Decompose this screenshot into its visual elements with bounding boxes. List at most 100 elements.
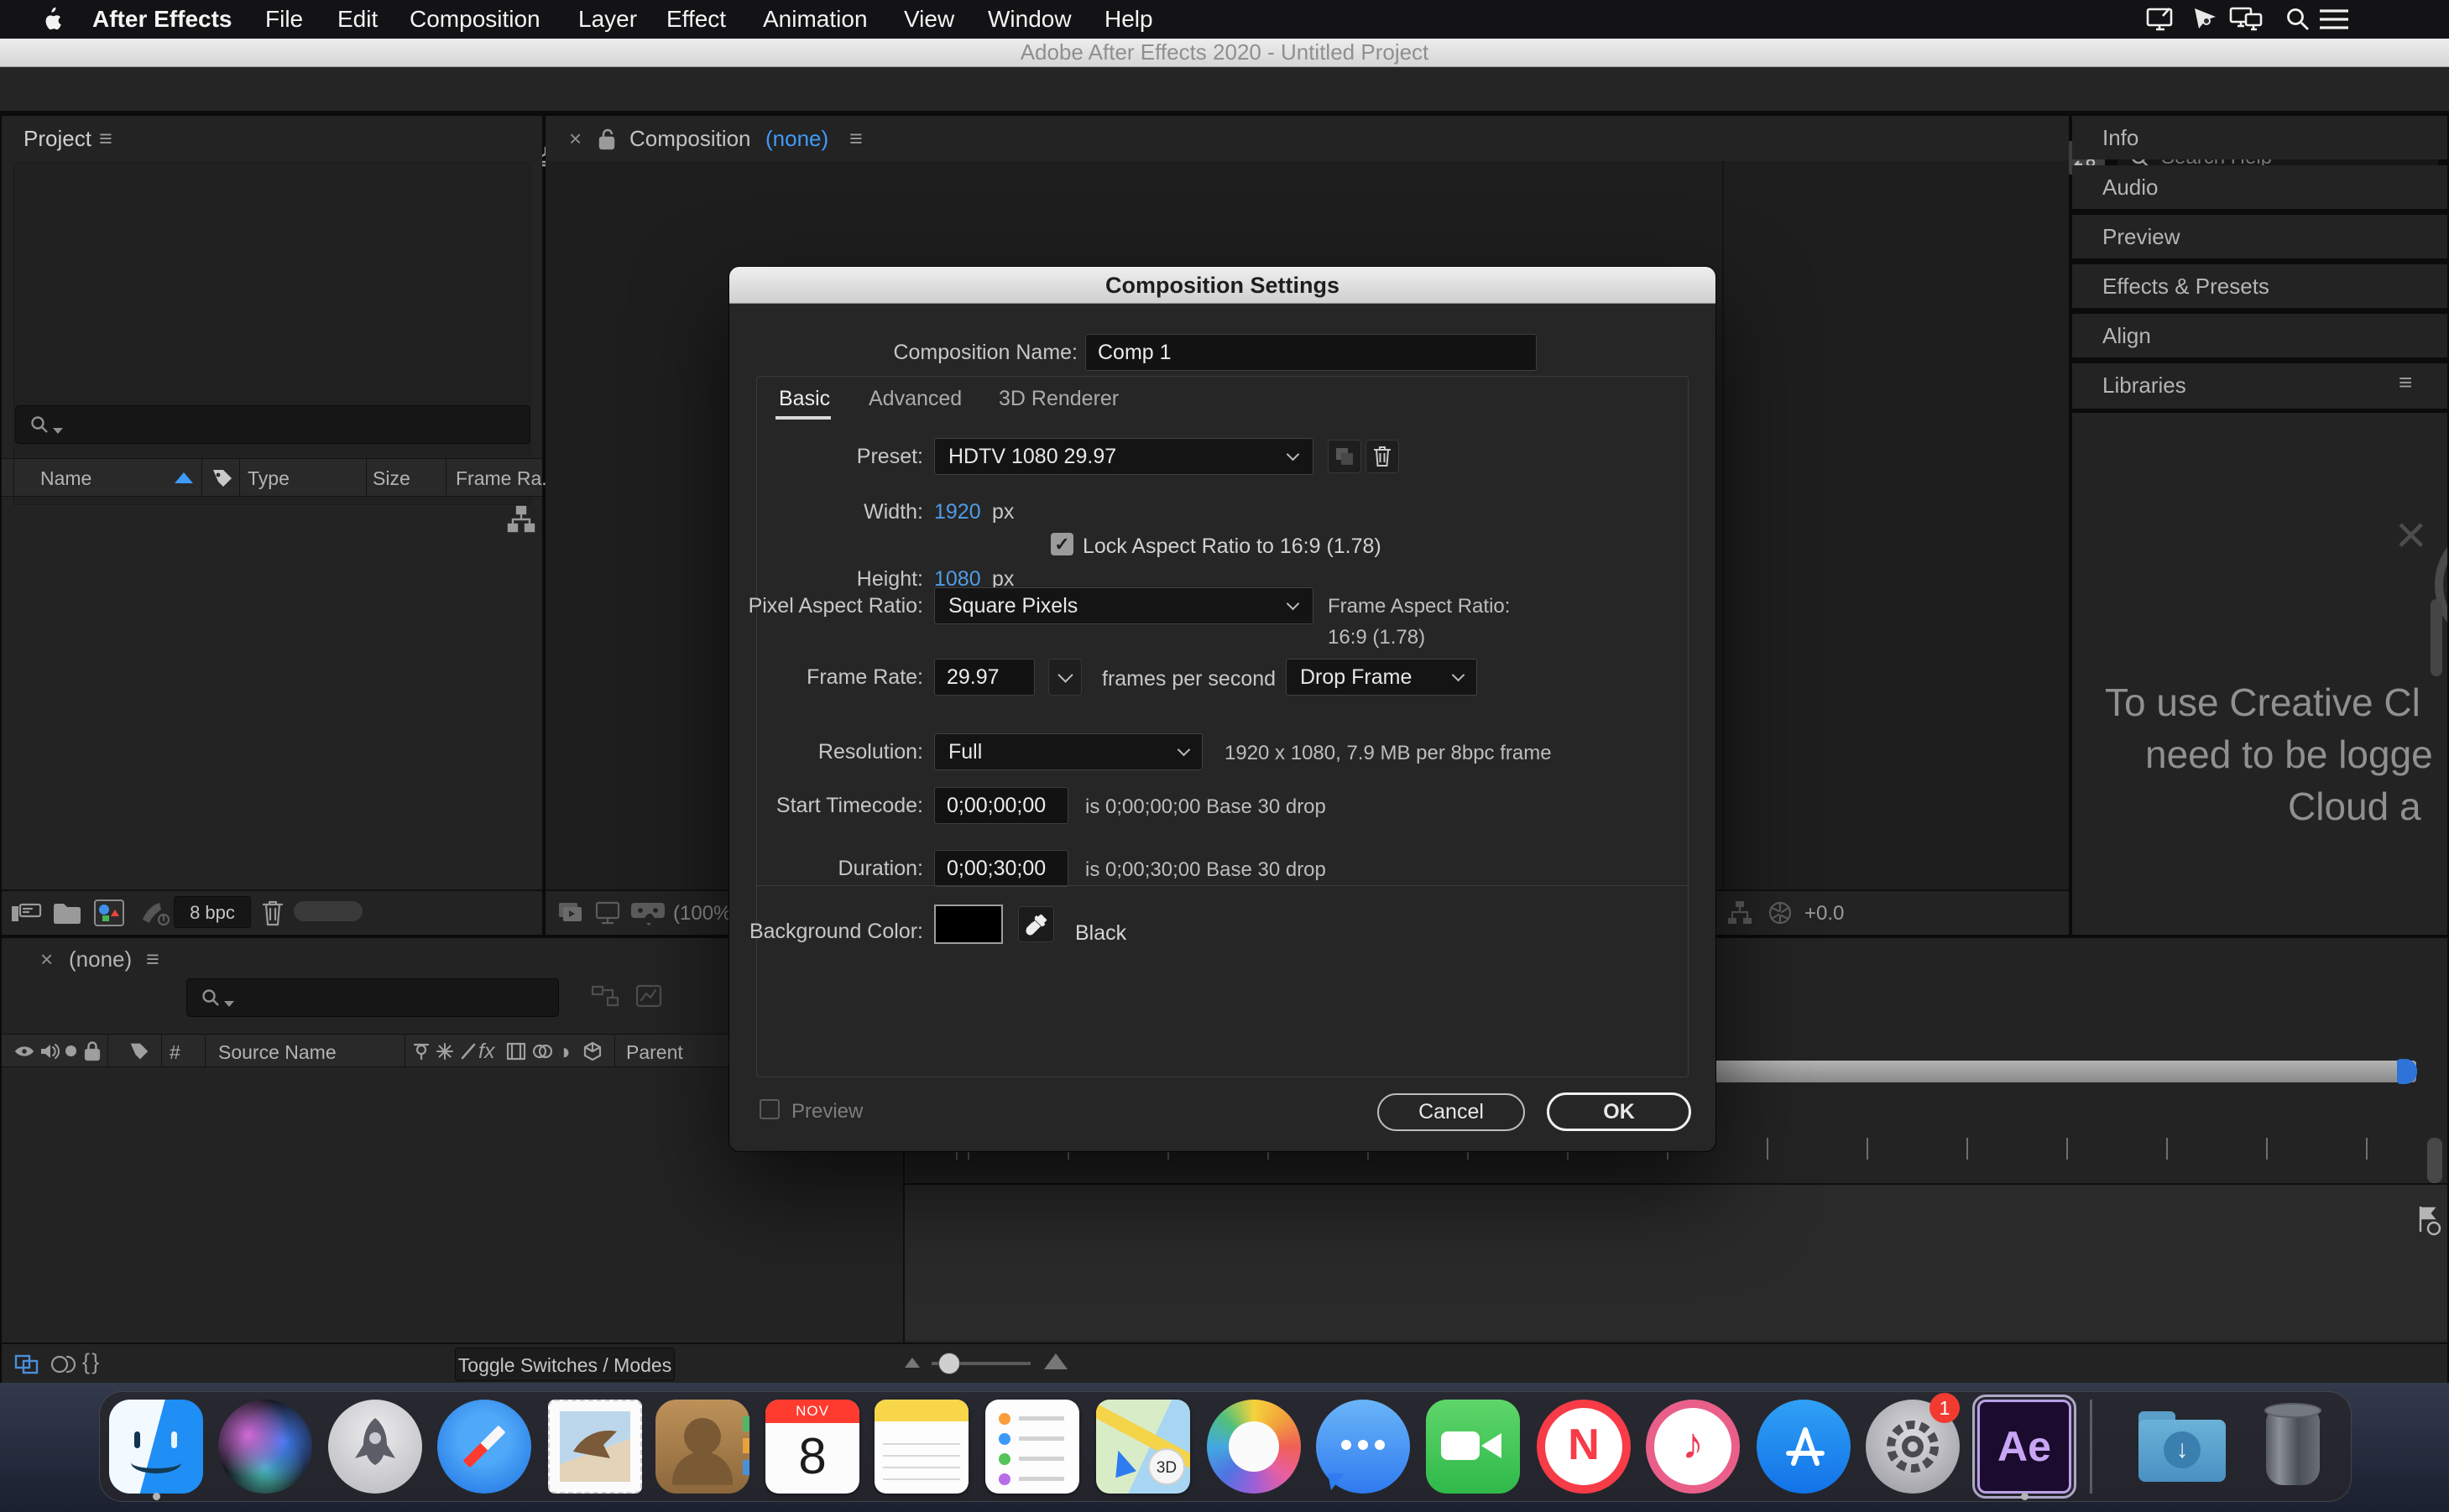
panel-tab-preview[interactable]: Preview xyxy=(2072,215,2447,258)
sort-ascending-icon[interactable] xyxy=(175,472,193,483)
width-value[interactable]: 1920 xyxy=(934,500,981,524)
column-size[interactable]: Size xyxy=(373,467,410,490)
displays-icon[interactable] xyxy=(2229,6,2264,37)
collapse-switch-icon[interactable] xyxy=(435,1041,455,1066)
project-trash-icon[interactable] xyxy=(258,897,287,933)
project-flowchart-icon[interactable] xyxy=(505,503,537,540)
libraries-scrollbar[interactable] xyxy=(2431,599,2442,676)
menu-composition[interactable]: Composition xyxy=(410,0,540,39)
menu-window[interactable]: Window xyxy=(988,0,1072,39)
dock-contacts-icon[interactable] xyxy=(655,1400,749,1494)
column-name[interactable]: Name xyxy=(40,467,91,490)
menu-animation[interactable]: Animation xyxy=(763,0,868,39)
motion-blur-toggle-icon[interactable] xyxy=(49,1351,77,1382)
composition-name-input[interactable] xyxy=(1085,334,1537,371)
dock-reminders-icon[interactable] xyxy=(985,1400,1079,1494)
interpret-footage-icon[interactable] xyxy=(10,899,42,932)
panel-tab-align[interactable]: Align xyxy=(2072,314,2447,357)
timeline-search-box[interactable] xyxy=(186,978,559,1017)
screen-mirroring-icon[interactable] xyxy=(2145,6,2175,37)
lock-icon[interactable] xyxy=(82,1040,102,1067)
display-channel-icon[interactable] xyxy=(593,899,623,931)
start-timecode-input[interactable] xyxy=(934,787,1068,824)
dock-mail-icon[interactable] xyxy=(548,1400,642,1494)
preview-snapshots-icon[interactable] xyxy=(556,899,586,931)
column-source-name[interactable]: Source Name xyxy=(218,1041,337,1064)
control-center-icon[interactable] xyxy=(2318,8,2350,35)
dock-siri-icon[interactable] xyxy=(218,1400,312,1494)
magnification-ratio[interactable]: (100%) xyxy=(673,902,738,925)
bit-depth-button[interactable]: 8 bpc xyxy=(174,896,251,928)
timeline-tab-label[interactable]: (none) xyxy=(69,946,132,972)
timeline-track-area[interactable] xyxy=(905,1183,2447,1341)
dock-downloads-icon[interactable]: ↓ xyxy=(2135,1400,2229,1494)
column-frame-rate[interactable]: Frame Ra... xyxy=(456,467,557,490)
menubar-app-name[interactable]: After Effects xyxy=(92,0,232,39)
panel-tab-effects-presets[interactable]: Effects & Presets xyxy=(2072,264,2447,308)
libraries-panel-menu-icon[interactable]: ≡ xyxy=(2399,369,2412,396)
effects-switch-icon[interactable]: fx xyxy=(478,1040,494,1064)
3d-layer-switch-icon[interactable] xyxy=(582,1041,603,1066)
tab-basic[interactable]: Basic xyxy=(779,387,830,411)
ok-button[interactable]: OK xyxy=(1547,1092,1691,1131)
dock-music-icon[interactable]: ♪ xyxy=(1646,1400,1740,1494)
dialog-preview-checkbox[interactable] xyxy=(760,1099,780,1119)
tab-advanced[interactable]: Advanced xyxy=(869,387,962,411)
panel-tab-audio[interactable]: Audio xyxy=(2072,165,2447,209)
shy-switch-icon[interactable] xyxy=(411,1041,431,1066)
adjustment-layer-switch-icon[interactable]: ◑ xyxy=(557,1039,571,1065)
zoom-out-mountain-icon[interactable] xyxy=(905,1358,920,1368)
menu-file[interactable]: File xyxy=(265,0,303,39)
quality-switch-icon[interactable] xyxy=(458,1041,478,1066)
timeline-zoom-knob[interactable] xyxy=(938,1353,960,1374)
unlock-icon[interactable] xyxy=(596,127,619,156)
eyedropper-icon[interactable] xyxy=(1018,906,1054,942)
presenter-icon[interactable] xyxy=(2191,5,2219,38)
menu-view[interactable]: View xyxy=(904,0,954,39)
dock-app-store-icon[interactable] xyxy=(1757,1400,1851,1494)
dock-trash-icon[interactable] xyxy=(2246,1400,2340,1494)
zoom-in-mountain-icon[interactable] xyxy=(1044,1353,1068,1369)
dock-finder-icon[interactable] xyxy=(109,1400,203,1494)
timeline-vertical-scrollbar[interactable] xyxy=(2427,1138,2442,1183)
frame-rate-input[interactable] xyxy=(934,659,1035,696)
search-options-arrow-icon[interactable] xyxy=(53,428,63,434)
audio-icon[interactable] xyxy=(39,1040,60,1067)
lock-aspect-label[interactable]: Lock Aspect Ratio to 16:9 (1.78) xyxy=(1083,534,1381,559)
resolution-dropdown[interactable]: Full xyxy=(934,733,1203,770)
dock-maps-icon[interactable]: 3D xyxy=(1096,1400,1190,1494)
cancel-button[interactable]: Cancel xyxy=(1377,1093,1525,1131)
frame-blending-toggle-icon[interactable] xyxy=(13,1351,42,1382)
comp-marker-bin-icon[interactable] xyxy=(2414,1203,2444,1241)
vr-view-icon[interactable] xyxy=(629,898,666,931)
dock-launchpad-icon[interactable] xyxy=(328,1400,422,1494)
dock-notes-icon[interactable] xyxy=(875,1400,969,1494)
panel-tab-info[interactable]: Info xyxy=(2072,116,2447,159)
motion-blur-switch-icon[interactable] xyxy=(530,1041,554,1066)
apple-menu-icon[interactable] xyxy=(39,6,64,39)
solo-icon[interactable] xyxy=(65,1045,76,1056)
toggle-switches-modes-button[interactable]: Toggle Switches / Modes xyxy=(455,1348,675,1381)
project-search-box[interactable] xyxy=(15,405,530,444)
tab-3d-renderer[interactable]: 3D Renderer xyxy=(999,387,1119,411)
timeline-search-options-arrow-icon[interactable] xyxy=(224,1001,234,1007)
save-preset-button[interactable] xyxy=(1328,440,1361,473)
duration-input[interactable] xyxy=(934,850,1068,887)
frame-blend-switch-icon[interactable] xyxy=(505,1041,527,1066)
dock-calendar-icon[interactable]: NOV 8 xyxy=(765,1400,859,1494)
composition-panel-menu-icon[interactable]: ≡ xyxy=(849,126,863,152)
dock-system-preferences-icon[interactable]: 1 xyxy=(1866,1393,1960,1494)
dialog-titlebar[interactable]: Composition Settings xyxy=(729,267,1715,304)
dock-photos-icon[interactable] xyxy=(1207,1400,1301,1494)
menu-layer[interactable]: Layer xyxy=(578,0,637,39)
panel-tab-libraries[interactable]: Libraries xyxy=(2072,363,2447,409)
video-visibility-icon[interactable] xyxy=(13,1041,35,1066)
timeline-tab-close-icon[interactable]: × xyxy=(40,946,53,972)
label-color-icon[interactable] xyxy=(128,1040,151,1068)
column-type[interactable]: Type xyxy=(248,467,290,490)
delete-preset-button[interactable] xyxy=(1365,440,1399,473)
exposure-shutter-icon[interactable] xyxy=(1766,899,1794,931)
spotlight-icon[interactable] xyxy=(2285,6,2311,37)
composition-tab-label[interactable]: Composition xyxy=(629,126,751,152)
dock-news-icon[interactable]: N xyxy=(1537,1400,1631,1494)
